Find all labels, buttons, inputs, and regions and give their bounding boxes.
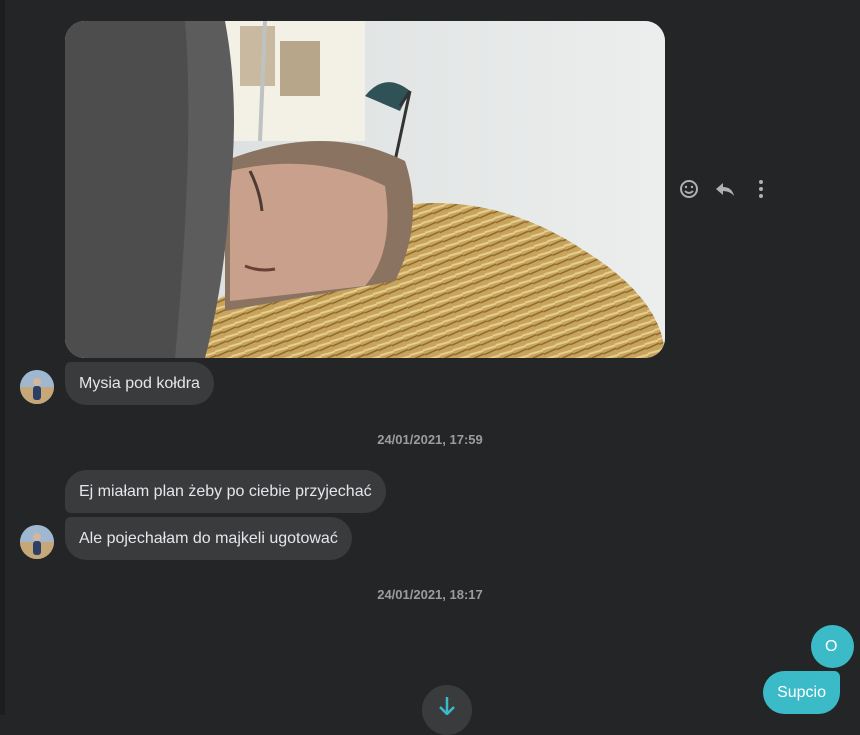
- smiley-icon[interactable]: [678, 178, 700, 200]
- timestamp: 24/01/2021, 17:59: [377, 432, 483, 447]
- timestamp: 24/01/2021, 18:17: [377, 587, 483, 602]
- vertical-dots-icon[interactable]: [750, 178, 772, 200]
- reply-arrow-icon[interactable]: [714, 178, 736, 200]
- scroll-to-bottom-button[interactable]: [422, 685, 472, 735]
- message-bubble[interactable]: Mysia pod kołdra: [65, 362, 214, 405]
- shared-photo: [65, 21, 665, 358]
- message-actions: [678, 178, 772, 200]
- message-bubble-outgoing[interactable]: Supcio: [763, 671, 840, 714]
- message-bubble-outgoing[interactable]: O: [811, 625, 854, 668]
- message-bubble[interactable]: Ej miałam plan żeby po ciebie przyjechać: [65, 470, 386, 513]
- shared-photo-message[interactable]: [65, 21, 665, 358]
- avatar[interactable]: [20, 370, 54, 404]
- message-bubble[interactable]: Ale pojechałam do majkeli ugotować: [65, 517, 352, 560]
- left-rail: [0, 0, 5, 715]
- avatar[interactable]: [20, 525, 54, 559]
